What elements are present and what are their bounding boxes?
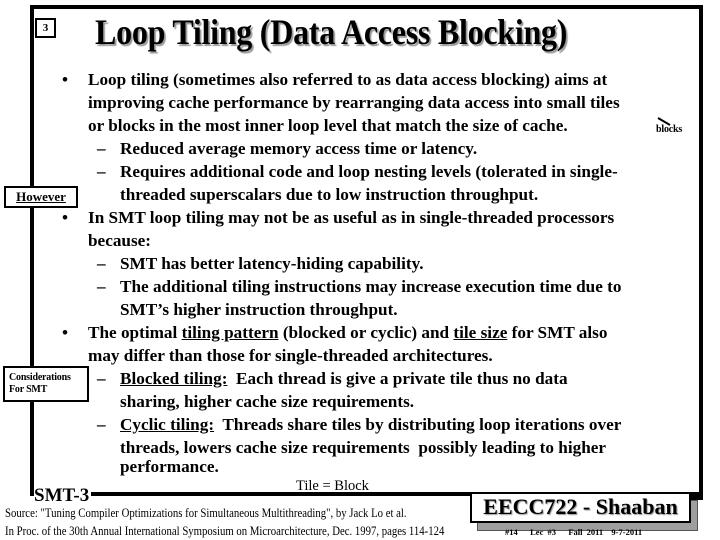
bullet-2-line-2: because: (88, 231, 152, 250)
bullet-1-line-1: Loop tiling (sometimes also referred to … (88, 70, 608, 89)
tile-block-caption: Tile = Block (296, 478, 369, 494)
bullet-2-marker: • (62, 208, 69, 227)
sub-2-1-dash: – (97, 254, 106, 273)
bullet-3-text-c: for SMT also (507, 323, 608, 342)
footer-meta: #14 Lec #3 Fall 2011 9-7-2011 (505, 527, 643, 537)
bullet-3-text-b: (blocked or cyclic) and (278, 323, 454, 342)
sub-3-2-rest: Threads share tiles by distributing loop… (214, 415, 622, 434)
term-cyclic-tiling: Cyclic tiling: (120, 415, 215, 434)
bullet-2-line-1: In SMT loop tiling may not be as useful … (88, 208, 615, 227)
sub-3-1-dash: – (97, 369, 106, 388)
source-citation: Source: "Tuning Compiler Optimizations f… (5, 505, 444, 540)
however-label: However (16, 189, 66, 204)
course-badge: EECC722 - Shaaban (470, 492, 691, 523)
sub-3-1-line-1: Blocked tiling: Each thread is give a pr… (120, 368, 568, 391)
bullet-1-marker: • (62, 70, 69, 89)
bullet-1-line-3: or blocks in the most inner loop level t… (88, 116, 568, 135)
bullet-3-line-1: The optimal tiling pattern (blocked or c… (88, 322, 607, 345)
section-label: SMT-3 (34, 485, 92, 507)
sub-1-1-dash: – (97, 139, 106, 158)
sub-3-1-rest: Each thread is give a private tile thus … (227, 369, 568, 388)
source-line-1: Source: "Tuning Compiler Optimizations f… (5, 506, 407, 520)
bullet-3-line-2: may differ than those for single-threade… (88, 346, 493, 365)
sub-1-2-line-1: Requires additional code and loop nestin… (120, 162, 618, 181)
sub-2-2-line-2: SMT’s higher instruction throughput. (120, 300, 398, 319)
considerations-label-line-2: For SMT (9, 384, 48, 395)
sub-1-1-line-1: Reduced average memory access time or la… (120, 139, 478, 158)
sub-1-2-line-2: threaded superscalars due to low instruc… (120, 185, 539, 204)
considerations-label-line-1: Considerations (9, 372, 71, 383)
term-blocked-tiling: Blocked tiling: (120, 369, 228, 388)
however-callout: However (4, 186, 78, 208)
sub-1-2-dash: – (97, 162, 106, 181)
sub-2-2-dash: – (97, 277, 106, 296)
source-line-2: In Proc. of the 30th Annual Internationa… (5, 523, 445, 538)
blocks-margin-note: blocks (656, 124, 683, 135)
slide-number-box: 3 (35, 18, 56, 38)
term-tile-size: tile size (453, 323, 508, 342)
term-tiling-pattern: tiling pattern (181, 323, 279, 342)
slide-title: Loop Tiling (Data Access Blocking) (95, 12, 568, 52)
sub-3-2-line-3: performance. (120, 457, 219, 476)
considerations-callout: Considerations For SMT (3, 366, 89, 402)
sub-2-1-line-1: SMT has better latency-hiding capability… (120, 254, 424, 273)
sub-3-1-line-2: sharing, higher cache size requirements. (120, 392, 415, 411)
sub-3-2-line-1: Cyclic tiling: Threads share tiles by di… (120, 414, 621, 437)
bullet-3-text-a: The optimal (88, 323, 182, 342)
bullet-1-line-2: improving cache performance by rearrangi… (88, 93, 620, 112)
sub-3-2-dash: – (97, 415, 106, 434)
bullet-3-marker: • (62, 323, 69, 342)
sub-2-2-line-1: The additional tiling instructions may i… (120, 277, 622, 296)
